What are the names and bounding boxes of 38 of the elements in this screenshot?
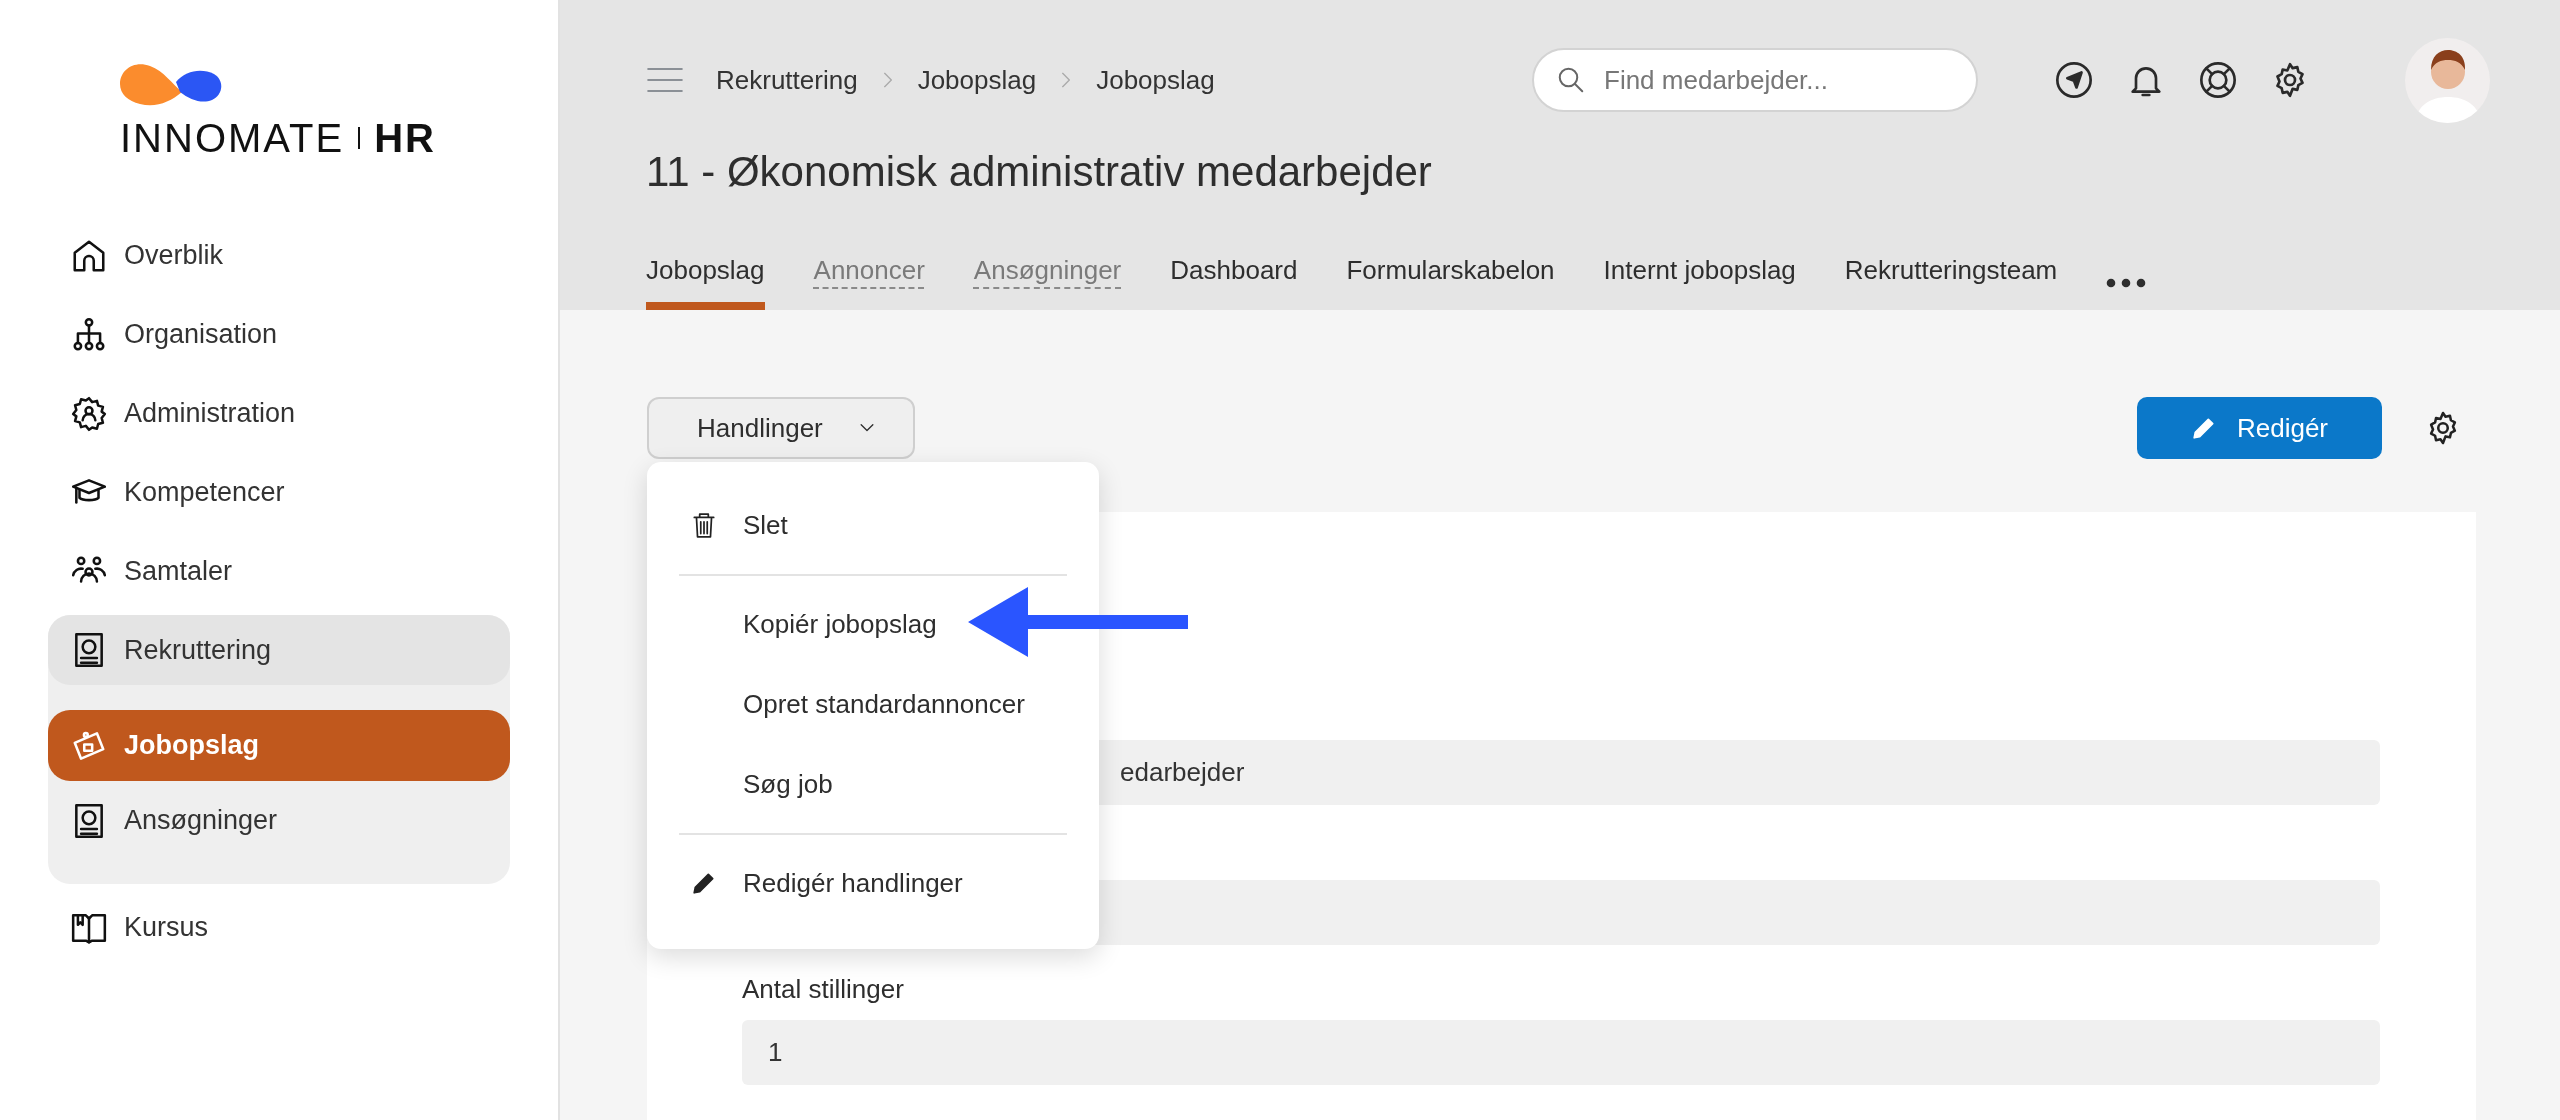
sidebar-item[interactable]: Administration — [48, 374, 510, 453]
sidebar-item[interactable]: Kursus — [48, 888, 510, 967]
input-field[interactable]: 1 — [742, 1020, 2380, 1085]
tab[interactable]: Internt jobopslag — [1603, 252, 1796, 310]
field-value: 1 — [768, 1037, 783, 1068]
logo-icon — [120, 62, 224, 108]
sidebar-item[interactable]: Jobopslag — [48, 710, 510, 781]
sidebar-item[interactable]: Kompetencer — [48, 453, 510, 532]
actions-dropdown[interactable]: Handlinger — [647, 397, 915, 459]
lifebuoy-icon — [2198, 60, 2238, 100]
edit-button[interactable]: Redigér — [2137, 397, 2382, 459]
breadcrumb-link[interactable]: Jobopslag — [1096, 64, 1215, 96]
trash-icon — [691, 511, 717, 539]
field-label: Antal stillinger — [742, 973, 905, 1006]
tab[interactable]: Dashboard — [1170, 252, 1298, 310]
more-icon — [2106, 278, 2147, 288]
tab[interactable]: Rekrutteringsteam — [1844, 252, 2058, 310]
menu-item[interactable]: Kopiér jobopslag — [647, 584, 1099, 664]
sidebar-item[interactable]: Overblik — [48, 216, 510, 295]
field-value: edarbejder — [1120, 757, 1245, 788]
navigation-icon — [2054, 60, 2094, 100]
breadcrumb-link[interactable]: Rekruttering — [716, 64, 858, 96]
tab[interactable]: Formularskabelon — [1346, 252, 1555, 310]
menu-icon — [646, 65, 684, 95]
logo-text: HR — [374, 116, 436, 160]
menu-item[interactable]: Redigér handlinger — [647, 843, 1099, 923]
breadcrumb-link[interactable]: Jobopslag — [917, 64, 1037, 96]
menu-item[interactable]: Slet — [647, 485, 1099, 565]
sidebar-item[interactable]: Rekruttering — [48, 615, 510, 685]
page-title: 11 - Økonomisk administrativ medarbejder — [646, 147, 1433, 197]
search-icon — [1556, 65, 1586, 95]
gear-person-icon — [70, 394, 108, 433]
sidebar-item[interactable]: Organisation — [48, 295, 510, 374]
logo-text: MATE — [228, 116, 345, 160]
sidebar-item[interactable]: Ansøgninger — [48, 781, 510, 860]
sidebar-item[interactable]: Samtaler — [48, 532, 510, 611]
search-field[interactable]: Find medarbejder... — [1532, 48, 1978, 112]
logo-text: INNO — [120, 116, 228, 160]
